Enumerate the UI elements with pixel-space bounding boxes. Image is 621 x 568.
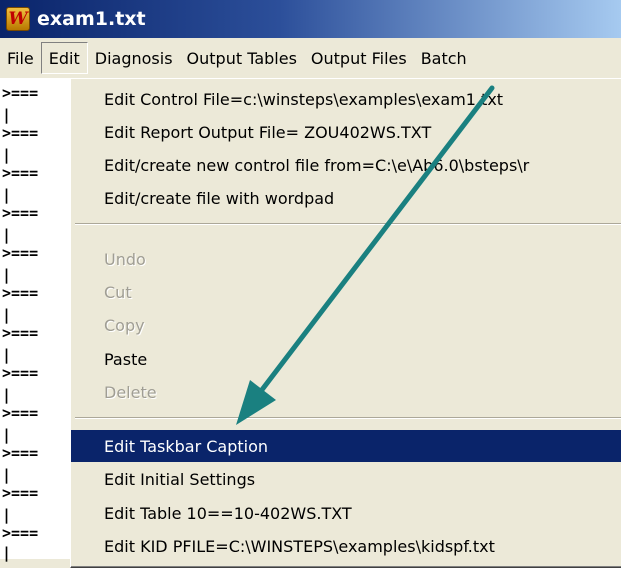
doc-line: | (2, 226, 12, 244)
menu-output-files[interactable]: Output Files (304, 42, 414, 74)
doc-line: | (2, 346, 12, 364)
doc-line: >=== (2, 524, 39, 542)
menu-diagnosis[interactable]: Diagnosis (88, 42, 180, 74)
doc-line: | (2, 544, 12, 562)
menu-item-edit-taskbar-caption[interactable]: Edit Taskbar Caption (71, 430, 621, 462)
doc-line: | (2, 506, 12, 524)
window-title: exam1.txt (37, 8, 146, 30)
menu-item-undo[interactable]: Undo (71, 243, 621, 275)
doc-line: >=== (2, 324, 39, 342)
doc-line: >=== (2, 244, 39, 262)
doc-line: | (2, 106, 12, 124)
doc-line: >=== (2, 484, 39, 502)
menu-item-copy[interactable]: Copy (71, 309, 621, 341)
menu-item-edit-control-file[interactable]: Edit Control File=c:\winsteps\examples\e… (71, 83, 621, 115)
doc-line: | (2, 266, 12, 284)
menu-output-tables[interactable]: Output Tables (180, 42, 304, 74)
doc-line: | (2, 426, 12, 444)
menu-edit[interactable]: Edit (40, 42, 88, 74)
doc-line: >=== (2, 164, 39, 182)
menu-batch[interactable]: Batch (414, 42, 474, 74)
doc-line: >=== (2, 364, 39, 382)
menu-item-edit-initial-settings[interactable]: Edit Initial Settings (71, 463, 621, 495)
menu-item-edit-kid-pfile[interactable]: Edit KID PFILE=C:\WINSTEPS\examples\kids… (71, 530, 621, 562)
menu-item-edit-table-10[interactable]: Edit Table 10==10-402WS.TXT (71, 497, 621, 529)
doc-line: >=== (2, 204, 39, 222)
doc-line: | (2, 386, 12, 404)
doc-line: >=== (2, 124, 39, 142)
menu-separator (75, 223, 621, 225)
doc-line: >=== (2, 444, 39, 462)
menu-file[interactable]: File (0, 42, 41, 74)
doc-line: | (2, 146, 12, 164)
doc-line: >=== (2, 84, 39, 102)
menu-bar: File Edit Diagnosis Output Tables Output… (0, 38, 621, 78)
winsteps-w-icon[interactable]: W (6, 7, 30, 31)
menu-item-delete[interactable]: Delete (71, 376, 621, 408)
menu-item-edit-create-wordpad[interactable]: Edit/create file with wordpad (71, 182, 621, 214)
edit-menu-dropdown: Edit Control File=c:\winsteps\examples\e… (70, 78, 621, 568)
doc-line: | (2, 466, 12, 484)
menu-item-edit-report-output-file[interactable]: Edit Report Output File= ZOU402WS.TXT (71, 116, 621, 148)
menu-item-edit-create-control-file[interactable]: Edit/create new control file from=C:\e\A… (71, 149, 621, 181)
menu-separator (75, 417, 621, 419)
doc-line: | (2, 186, 12, 204)
menu-item-cut[interactable]: Cut (71, 276, 621, 308)
title-bar: W exam1.txt (0, 0, 621, 38)
doc-line: >=== (2, 284, 39, 302)
doc-line: >=== (2, 404, 39, 422)
doc-line: | (2, 306, 12, 324)
menu-item-paste[interactable]: Paste (71, 343, 621, 375)
